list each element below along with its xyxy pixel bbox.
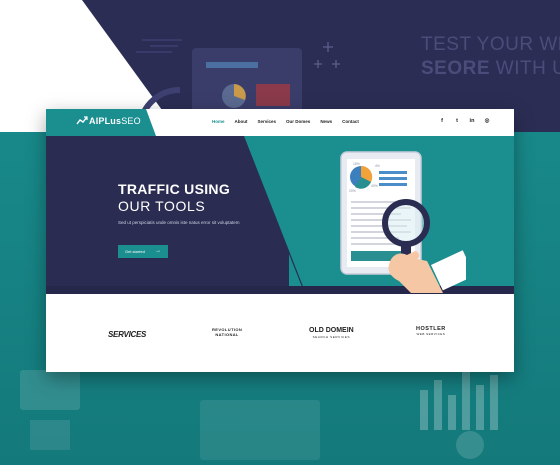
logo-text-thin: SEO [121,116,141,126]
partner-logo-hostler-sub: WEB SERVICES [416,332,446,336]
background-chart-illustration [20,370,498,460]
background-headline: TEST YOUR WE SEORE WITH U [421,34,560,80]
stat-label-3: 40% [371,184,378,188]
stat-label-4: 16% [353,162,360,166]
hero-section: TRAFFIC USING OUR TOOLS Sed ut perspicia… [46,136,514,294]
main-menu: Home About Services Our Domes News Conta… [212,119,359,124]
partner-logo-hostler[interactable]: HOSTLER WEB SERVICES [416,326,446,336]
get-started-label: Get started [125,249,145,254]
twitter-icon[interactable]: t [454,118,460,124]
tablet-magnifier-illustration: 4% 20% 40% 16% [340,151,466,293]
menu-item-news[interactable]: News [320,119,332,124]
partner-logo-old-domein-sub: SEARCH SERVICES [312,335,351,339]
partner-logo-revolution-line2: NATIONAL [215,332,239,337]
hero-title-line2: OUR TOOLS [118,198,206,214]
menu-item-about[interactable]: About [235,119,248,124]
stat-label-2: 20% [349,189,356,193]
hero-title: TRAFFIC USING OUR TOOLS [118,181,230,214]
hero-subtitle: Sed ut perspiciatis unde omnis iste natu… [118,220,240,225]
background-headline-line2: SEORE WITH U [421,58,560,80]
partner-logo-old-domein-name: OLD DOMEIN [309,327,354,334]
menu-item-our-domes[interactable]: Our Domes [286,119,310,124]
instagram-icon[interactable]: ◎ [484,118,490,124]
partner-logo-services[interactable]: SERVICES [108,330,146,339]
site-logo[interactable]: AIPLusSEO [76,116,141,126]
menu-item-services[interactable]: Services [258,119,277,124]
logo-chart-icon [76,116,88,125]
partner-logos-section: SERVICES REVOLUTION NATIONAL OLD DOMEIN … [46,294,514,372]
partner-logo-revolution[interactable]: REVOLUTION NATIONAL [212,327,242,337]
logo-text-bold: AIPLus [89,116,122,126]
background-headline-bold: SEORE [421,58,491,79]
facebook-icon[interactable]: f [439,118,445,124]
menu-item-home[interactable]: Home [212,119,225,124]
background-headline-line1: TEST YOUR WE [421,34,560,55]
linkedin-icon[interactable]: in [469,118,475,124]
partner-logo-old-domein[interactable]: OLD DOMEIN SEARCH SERVICES [309,327,354,339]
social-links: f t in ◎ [439,118,490,124]
background-headline-rest: WITH U [490,58,560,79]
hero-title-line1: TRAFFIC USING [118,181,231,197]
stat-label-1: 4% [375,164,380,168]
get-started-button[interactable]: Get started → [118,245,168,258]
top-navigation-bar: AIPLusSEO Home About Services Our Domes … [46,109,514,136]
website-preview-card: AIPLusSEO Home About Services Our Domes … [46,109,514,372]
menu-item-contact[interactable]: Contact [342,119,359,124]
arrow-right-icon: → [155,248,161,254]
